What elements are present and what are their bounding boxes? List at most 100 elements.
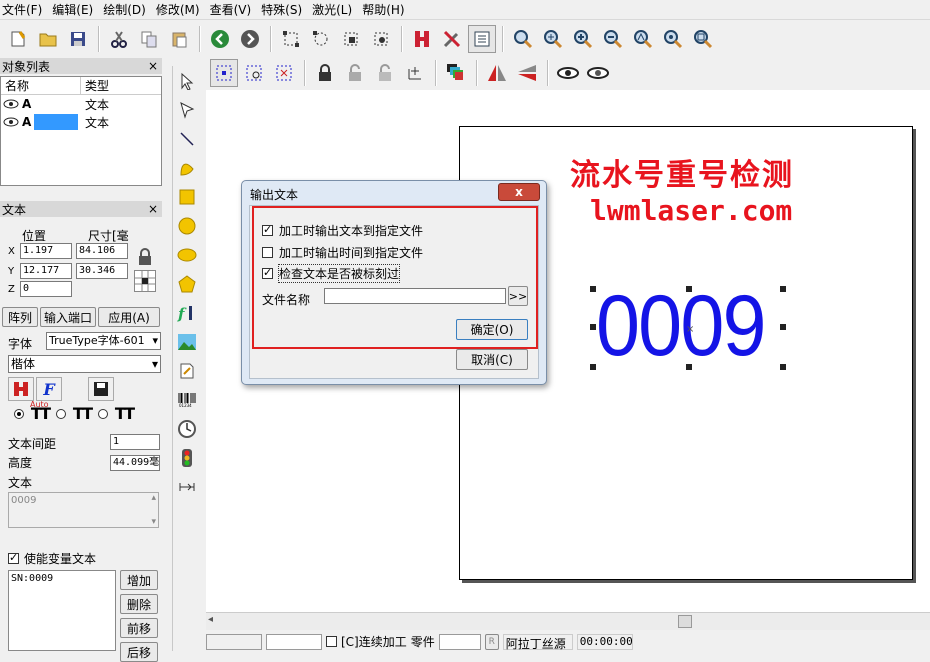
resize-handle[interactable] bbox=[780, 286, 786, 292]
node-tool-button[interactable] bbox=[173, 95, 201, 124]
timer-tool-button[interactable] bbox=[173, 414, 201, 443]
y-size-field[interactable]: 30.346 bbox=[76, 263, 128, 279]
canvas-url-text[interactable]: lwmlaser.com bbox=[590, 194, 792, 227]
x-position-field[interactable]: 1.197 bbox=[20, 243, 72, 259]
zoom-button[interactable] bbox=[509, 25, 537, 53]
font-type-select[interactable]: TrueType字体-601 ▾ bbox=[46, 332, 161, 350]
input-port-button[interactable]: 输入端口 bbox=[40, 307, 96, 327]
browse-button[interactable]: >> bbox=[508, 286, 528, 306]
save-button[interactable] bbox=[64, 25, 92, 53]
node-edit-button[interactable] bbox=[277, 25, 305, 53]
move-up-button[interactable]: 前移 bbox=[120, 618, 158, 638]
resize-handle[interactable] bbox=[590, 364, 596, 370]
height-field[interactable]: 44.099毫 bbox=[110, 455, 160, 471]
paste-button[interactable] bbox=[165, 25, 193, 53]
undo-button[interactable] bbox=[206, 25, 234, 53]
cancel-button[interactable]: 取消(C) bbox=[456, 349, 528, 370]
resize-handle[interactable] bbox=[590, 286, 596, 292]
io-port-tool-button[interactable] bbox=[173, 443, 201, 472]
radio-auto[interactable] bbox=[14, 408, 24, 419]
preview-all-button[interactable] bbox=[584, 59, 612, 87]
ellipse-tool-button[interactable] bbox=[173, 240, 201, 269]
reset-button[interactable]: R bbox=[484, 633, 499, 650]
rectangle-tool-button[interactable] bbox=[173, 182, 201, 211]
curve-tool-button[interactable] bbox=[173, 153, 201, 182]
vector-file-button[interactable] bbox=[173, 356, 201, 385]
menu-view[interactable]: 查看(V) bbox=[208, 1, 260, 18]
anchor-grid-button[interactable] bbox=[134, 270, 156, 292]
redo-button[interactable] bbox=[236, 25, 264, 53]
parts-field[interactable] bbox=[438, 633, 481, 650]
zoom-selection-button[interactable] bbox=[659, 25, 687, 53]
text-content-box[interactable]: 0009 ▴ ▾ bbox=[8, 492, 159, 528]
preview-button[interactable] bbox=[554, 59, 582, 87]
check-marked-checkbox[interactable] bbox=[262, 266, 273, 279]
reference-point-button[interactable] bbox=[401, 59, 429, 87]
mirror-vertical-button[interactable] bbox=[513, 59, 541, 87]
font-name-select[interactable]: 楷体 ▾ bbox=[8, 355, 161, 373]
text-tool-button[interactable]: f bbox=[173, 298, 201, 327]
variable-text-checkbox[interactable] bbox=[8, 551, 19, 564]
zoom-out-button[interactable] bbox=[599, 25, 627, 53]
scroll-left-icon[interactable]: ◂ bbox=[208, 614, 213, 625]
copy-button[interactable] bbox=[135, 25, 163, 53]
menu-help[interactable]: 帮助(H) bbox=[360, 1, 412, 18]
select-tool-button[interactable] bbox=[173, 66, 201, 95]
new-file-button[interactable] bbox=[4, 25, 32, 53]
apply-button[interactable]: 应用(A) bbox=[98, 307, 160, 327]
mirror-horizontal-button[interactable] bbox=[483, 59, 511, 87]
open-file-button[interactable] bbox=[34, 25, 62, 53]
zoom-all-button[interactable] bbox=[629, 25, 657, 53]
resize-handle[interactable] bbox=[686, 364, 692, 370]
text-panel-close-icon[interactable]: × bbox=[148, 202, 158, 216]
filename-input[interactable] bbox=[324, 288, 506, 304]
polygon-tool-button[interactable] bbox=[173, 269, 201, 298]
scroll-thumb[interactable] bbox=[678, 615, 692, 628]
select-curve-button[interactable] bbox=[240, 59, 268, 87]
column-header-type[interactable]: 类型 bbox=[81, 77, 161, 94]
object-row[interactable]: A 文本 bbox=[1, 113, 161, 131]
y-position-field[interactable]: 12.177 bbox=[20, 263, 72, 279]
tools-button[interactable] bbox=[438, 25, 466, 53]
horizontal-scrollbar[interactable]: ◂ bbox=[206, 612, 930, 630]
menu-edit[interactable]: 编辑(E) bbox=[50, 1, 101, 18]
lock-button[interactable] bbox=[311, 59, 339, 87]
variable-text-checkbox-row[interactable]: 使能变量文本 bbox=[8, 550, 96, 567]
x-size-field[interactable]: 84.106 bbox=[76, 243, 128, 259]
array-button[interactable]: 阵列 bbox=[2, 307, 38, 327]
select-cross-button[interactable] bbox=[270, 59, 298, 87]
option-output-text-row[interactable]: 加工时输出文本到指定文件 bbox=[262, 222, 423, 239]
scroll-down-icon[interactable]: ▾ bbox=[151, 517, 156, 527]
column-header-name[interactable]: 名称 bbox=[1, 77, 81, 94]
pen-color-button[interactable] bbox=[442, 59, 470, 87]
menu-special[interactable]: 特殊(S) bbox=[259, 1, 310, 18]
delay-tool-button[interactable] bbox=[173, 472, 201, 501]
move-down-button[interactable]: 后移 bbox=[120, 642, 158, 662]
hatch-text-button[interactable] bbox=[8, 377, 34, 401]
option-output-time-row[interactable]: 加工时输出时间到指定文件 bbox=[262, 244, 423, 261]
menu-file[interactable]: 文件(F) bbox=[0, 1, 50, 18]
ok-button[interactable]: 确定(O) bbox=[456, 319, 528, 340]
node-break-button[interactable] bbox=[367, 25, 395, 53]
output-text-checkbox[interactable] bbox=[262, 223, 273, 236]
font-button[interactable]: F bbox=[36, 377, 62, 401]
save-font-button[interactable] bbox=[88, 377, 114, 401]
bitmap-tool-button[interactable] bbox=[173, 327, 201, 356]
radio-spacing[interactable] bbox=[98, 408, 108, 419]
radio-fixed[interactable] bbox=[56, 408, 66, 419]
menu-laser[interactable]: 激光(L) bbox=[310, 1, 360, 18]
z-position-field[interactable]: 0 bbox=[20, 281, 72, 297]
resize-handle[interactable] bbox=[780, 364, 786, 370]
lock-ratio-button[interactable] bbox=[134, 246, 156, 268]
scroll-up-icon[interactable]: ▴ bbox=[151, 493, 156, 503]
resize-handle[interactable] bbox=[590, 324, 596, 330]
eye-visible-icon[interactable] bbox=[3, 99, 19, 109]
continuous-checkbox[interactable] bbox=[326, 636, 337, 647]
select-mode-button[interactable] bbox=[210, 59, 238, 87]
option-check-marked-row[interactable]: 检查文本是否被标刻过 bbox=[262, 264, 401, 283]
zoom-page-button[interactable] bbox=[689, 25, 717, 53]
object-list-close-icon[interactable]: × bbox=[148, 59, 158, 73]
zoom-in-button[interactable] bbox=[569, 25, 597, 53]
variable-text-box[interactable]: SN:0009 bbox=[8, 570, 116, 651]
unlock-all-button[interactable] bbox=[371, 59, 399, 87]
